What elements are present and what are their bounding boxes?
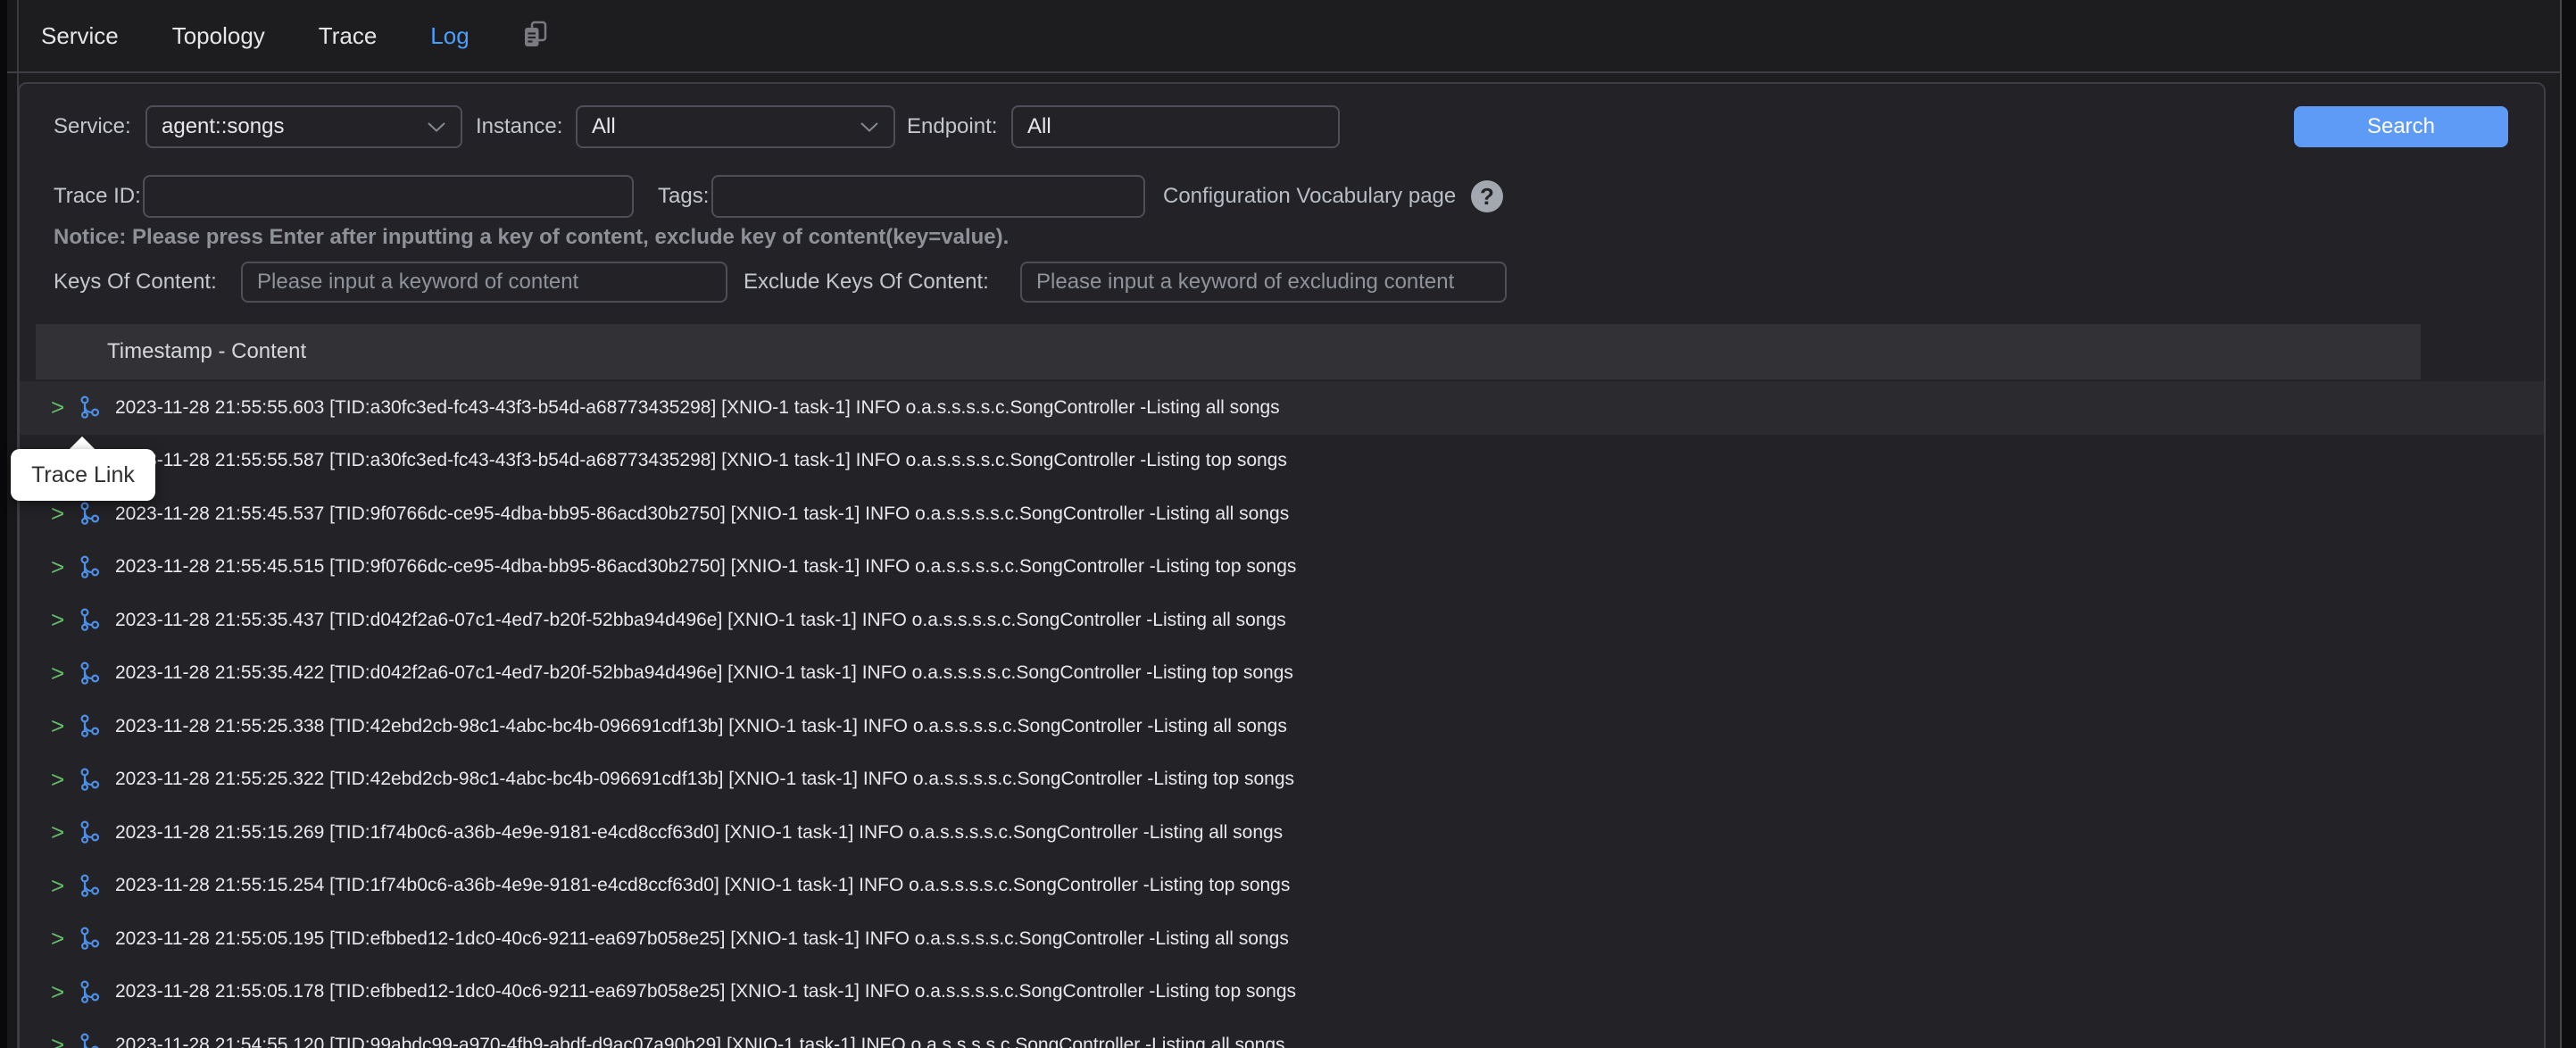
table-row[interactable]: > 2023-11-28 21:55:25.338 [TID:42ebd2cb-… bbox=[20, 700, 2544, 753]
keys-of-content-label: Keys Of Content: bbox=[54, 262, 217, 303]
table-row[interactable]: > 2023-11-28 21:54:55.120 [TID:99abdc99-… bbox=[20, 1019, 2544, 1048]
scrollbar[interactable] bbox=[2560, 0, 2576, 1048]
log-filter-panel: Service: agent::songs Instance: All Endp… bbox=[18, 82, 2546, 1048]
expand-chevron-icon[interactable]: > bbox=[51, 766, 71, 794]
log-row-text: 2023-11-28 21:55:05.195 [TID:efbbed12-1d… bbox=[115, 928, 1289, 950]
trace-link-icon[interactable] bbox=[79, 980, 101, 1004]
help-icon[interactable]: ? bbox=[1471, 180, 1503, 212]
log-row-text: 2023-11-28 21:55:35.422 [TID:d042f2a6-07… bbox=[115, 662, 1293, 684]
table-row[interactable]: > 2023-11-28 21:55:05.178 [TID:efbbed12-… bbox=[20, 966, 2544, 1019]
table-row[interactable]: > 2023-11-28 21:55:15.269 [TID:1f74b0c6-… bbox=[20, 806, 2544, 860]
trace-link-icon[interactable] bbox=[79, 555, 101, 579]
instance-label: Instance: bbox=[476, 105, 562, 148]
expand-chevron-icon[interactable]: > bbox=[51, 606, 71, 634]
copy-icon[interactable] bbox=[523, 21, 547, 53]
log-row-text: 2023-11-28 21:55:55.603 [TID:a30fc3ed-fc… bbox=[115, 397, 1280, 419]
endpoint-input[interactable] bbox=[1011, 105, 1340, 148]
notice-text: Notice: Please press Enter after inputti… bbox=[54, 220, 1009, 255]
log-page: Service Topology Trace Log Service: agen… bbox=[0, 0, 2576, 1048]
table-row[interactable]: > 2023-11-28 21:55:45.515 [TID:9f0766dc-… bbox=[20, 541, 2544, 595]
keys-of-content-input[interactable] bbox=[241, 262, 727, 303]
table-row[interactable]: > 2023-11-28 21:55:15.254 [TID:1f74b0c6-… bbox=[20, 860, 2544, 913]
chevron-down-icon bbox=[427, 121, 446, 133]
expand-chevron-icon[interactable]: > bbox=[51, 978, 71, 1006]
expand-chevron-icon[interactable]: > bbox=[51, 925, 71, 952]
log-row-text: 2023-11-28 21:55:55.587 [TID:a30fc3ed-fc… bbox=[115, 450, 1287, 471]
instance-select-value: All bbox=[592, 114, 616, 139]
tags-input[interactable] bbox=[711, 175, 1145, 218]
trace-link-icon[interactable] bbox=[79, 768, 101, 792]
tab-bar-divider bbox=[7, 71, 2560, 73]
service-select[interactable]: agent::songs bbox=[145, 105, 462, 148]
expand-chevron-icon[interactable]: > bbox=[51, 553, 71, 581]
exclude-keys-input[interactable] bbox=[1020, 262, 1507, 303]
configuration-vocabulary-link[interactable]: Configuration Vocabulary page bbox=[1163, 175, 1456, 218]
table-row[interactable]: > 2023-11-28 21:55:45.537 [TID:9f0766dc-… bbox=[20, 487, 2544, 541]
service-select-value: agent::songs bbox=[162, 114, 284, 139]
table-row[interactable]: > 2023-11-28 21:55:35.437 [TID:d042f2a6-… bbox=[20, 594, 2544, 647]
trace-link-icon[interactable] bbox=[79, 661, 101, 686]
instance-select[interactable]: All bbox=[576, 105, 895, 148]
table-row[interactable]: > 2023-11-28 21:55:55.587 [TID:a30fc3ed-… bbox=[20, 435, 2544, 488]
tooltip-text: Trace Link bbox=[31, 462, 135, 488]
expand-chevron-icon[interactable]: > bbox=[51, 500, 71, 528]
trace-link-tooltip: Trace Link bbox=[11, 449, 155, 501]
expand-chevron-icon[interactable]: > bbox=[51, 1031, 71, 1048]
tags-label: Tags: bbox=[658, 175, 709, 218]
table-header-timestamp-content: Timestamp - Content bbox=[36, 324, 2421, 379]
top-tab-bar: Service Topology Trace Log bbox=[41, 0, 547, 71]
log-row-text: 2023-11-28 21:55:45.537 [TID:9f0766dc-ce… bbox=[115, 503, 1289, 525]
log-rows: > 2023-11-28 21:55:55.603 [TID:a30fc3ed-… bbox=[20, 381, 2544, 1048]
tab-log[interactable]: Log bbox=[430, 22, 469, 50]
expand-chevron-icon[interactable]: > bbox=[51, 872, 71, 900]
exclude-keys-label: Exclude Keys Of Content: bbox=[744, 262, 989, 303]
trace-link-icon[interactable] bbox=[79, 1033, 101, 1048]
search-button[interactable]: Search bbox=[2294, 106, 2508, 147]
log-row-text: 2023-11-28 21:55:15.254 [TID:1f74b0c6-a3… bbox=[115, 875, 1290, 896]
log-row-text: 2023-11-28 21:55:25.338 [TID:42ebd2cb-98… bbox=[115, 716, 1287, 737]
tab-service[interactable]: Service bbox=[41, 22, 119, 50]
log-row-text: 2023-11-28 21:55:45.515 [TID:9f0766dc-ce… bbox=[115, 556, 1296, 578]
log-row-text: 2023-11-28 21:55:05.178 [TID:efbbed12-1d… bbox=[115, 981, 1296, 1002]
trace-id-input[interactable] bbox=[143, 175, 634, 218]
endpoint-label: Endpoint: bbox=[907, 105, 997, 148]
table-row[interactable]: > 2023-11-28 21:55:55.603 [TID:a30fc3ed-… bbox=[20, 381, 2544, 435]
trace-id-label: Trace ID: bbox=[54, 175, 141, 218]
service-label: Service: bbox=[54, 105, 131, 148]
tab-topology[interactable]: Topology bbox=[172, 22, 265, 50]
table-row[interactable]: > 2023-11-28 21:55:05.195 [TID:efbbed12-… bbox=[20, 912, 2544, 966]
trace-link-icon[interactable] bbox=[79, 608, 101, 632]
trace-link-icon[interactable] bbox=[79, 820, 101, 844]
trace-link-icon[interactable] bbox=[79, 502, 101, 526]
table-row[interactable]: > 2023-11-28 21:55:35.422 [TID:d042f2a6-… bbox=[20, 647, 2544, 701]
expand-chevron-icon[interactable]: > bbox=[51, 819, 71, 846]
tab-trace[interactable]: Trace bbox=[319, 22, 378, 50]
log-row-text: 2023-11-28 21:54:55.120 [TID:99abdc99-a9… bbox=[115, 1035, 1285, 1048]
chevron-down-icon bbox=[860, 121, 879, 133]
expand-chevron-icon[interactable]: > bbox=[51, 712, 71, 740]
trace-link-icon[interactable] bbox=[79, 927, 101, 951]
expand-chevron-icon[interactable]: > bbox=[51, 660, 71, 687]
log-row-text: 2023-11-28 21:55:25.322 [TID:42ebd2cb-98… bbox=[115, 769, 1294, 790]
table-row[interactable]: > 2023-11-28 21:55:25.322 [TID:42ebd2cb-… bbox=[20, 753, 2544, 807]
trace-link-icon[interactable] bbox=[79, 714, 101, 738]
trace-link-icon[interactable] bbox=[79, 874, 101, 898]
trace-link-icon[interactable] bbox=[79, 395, 101, 420]
log-row-text: 2023-11-28 21:55:15.269 [TID:1f74b0c6-a3… bbox=[115, 822, 1283, 844]
log-row-text: 2023-11-28 21:55:35.437 [TID:d042f2a6-07… bbox=[115, 610, 1286, 631]
window-left-gutter bbox=[7, 0, 17, 1048]
expand-chevron-icon[interactable]: > bbox=[51, 394, 71, 421]
